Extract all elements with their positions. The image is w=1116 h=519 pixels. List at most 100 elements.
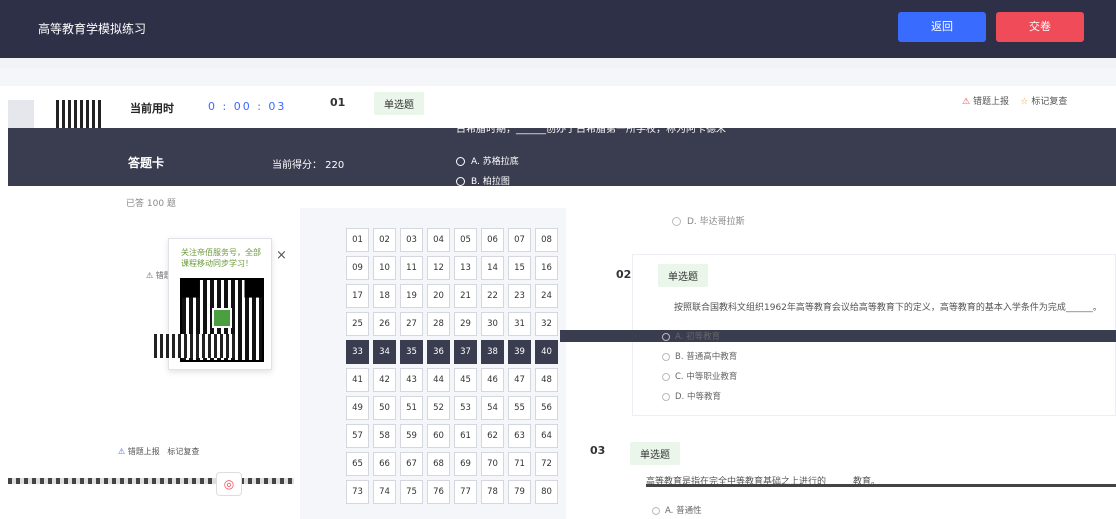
question-number-cell[interactable]: 08 [535, 228, 558, 252]
question-number-cell[interactable]: 76 [427, 480, 450, 504]
question-number-cell[interactable]: 52 [427, 396, 450, 420]
option-1d[interactable]: D. 毕达哥拉斯 [672, 214, 745, 227]
question-number-cell[interactable]: 48 [535, 368, 558, 392]
question-number-cell[interactable]: 72 [535, 452, 558, 476]
question-number-cell[interactable]: 25 [346, 312, 369, 336]
question-number-cell[interactable]: 09 [346, 256, 369, 280]
question-number-cell[interactable]: 33 [346, 340, 369, 364]
question-number-cell[interactable]: 22 [481, 284, 504, 308]
option-1b[interactable]: B. 柏拉图 [456, 174, 510, 187]
question-number-cell[interactable]: 45 [454, 368, 477, 392]
question-number-cell[interactable]: 14 [481, 256, 504, 280]
question-number-cell[interactable]: 69 [454, 452, 477, 476]
question-number-cell[interactable]: 26 [373, 312, 396, 336]
warning-icon: ⚠ [118, 447, 126, 456]
question-number-cell[interactable]: 28 [427, 312, 450, 336]
question-number-cell[interactable]: 11 [400, 256, 423, 280]
question-number-cell[interactable]: 07 [508, 228, 531, 252]
question-number-cell[interactable]: 19 [400, 284, 423, 308]
question-number-cell[interactable]: 24 [535, 284, 558, 308]
question-number-cell[interactable]: 60 [427, 424, 450, 448]
question-number-cell[interactable]: 44 [427, 368, 450, 392]
timer-label: 当前用时 [130, 102, 174, 115]
question-number-cell[interactable]: 75 [400, 480, 423, 504]
close-icon[interactable]: × [276, 248, 287, 263]
question-number-cell[interactable]: 59 [400, 424, 423, 448]
question-number-cell[interactable]: 17 [346, 284, 369, 308]
question-number-cell[interactable]: 49 [346, 396, 369, 420]
question-number-cell[interactable]: 73 [346, 480, 369, 504]
option-2a[interactable]: A. 初等教育 [662, 330, 720, 342]
question-number-cell[interactable]: 79 [508, 480, 531, 504]
option-1c[interactable]: C. 亚里士多德 [456, 194, 528, 207]
question-number-cell[interactable]: 53 [454, 396, 477, 420]
question-number-cell[interactable]: 54 [481, 396, 504, 420]
option-2b[interactable]: B. 普通高中教育 [662, 350, 737, 362]
question-number-cell[interactable]: 39 [508, 340, 531, 364]
question-number-cell[interactable]: 78 [481, 480, 504, 504]
question-number-cell[interactable]: 23 [508, 284, 531, 308]
question-number-cell[interactable]: 38 [481, 340, 504, 364]
question-number-cell[interactable]: 77 [454, 480, 477, 504]
question-number-cell[interactable]: 29 [454, 312, 477, 336]
report-link[interactable]: 错题上报 [128, 447, 160, 456]
question-number-cell[interactable]: 41 [346, 368, 369, 392]
question-number-cell[interactable]: 80 [535, 480, 558, 504]
option-2c[interactable]: C. 中等职业教育 [662, 370, 737, 382]
question-number-cell[interactable]: 03 [400, 228, 423, 252]
question-number-cell[interactable]: 58 [373, 424, 396, 448]
option-3a[interactable]: A. 普通性 [652, 504, 702, 516]
question-number-cell[interactable]: 46 [481, 368, 504, 392]
question-number-cell[interactable]: 18 [373, 284, 396, 308]
question-number-cell[interactable]: 32 [535, 312, 558, 336]
back-button[interactable]: 返回 [898, 12, 986, 42]
question-number-cell[interactable]: 55 [508, 396, 531, 420]
question-number-cell[interactable]: 63 [508, 424, 531, 448]
question-number-cell[interactable]: 12 [427, 256, 450, 280]
question-number-cell[interactable]: 74 [373, 480, 396, 504]
question-number-cell[interactable]: 43 [400, 368, 423, 392]
question-number-cell[interactable]: 10 [373, 256, 396, 280]
question-number-cell[interactable]: 57 [346, 424, 369, 448]
question-number-cell[interactable]: 31 [508, 312, 531, 336]
mark-review-link[interactable]: 标记复查 [167, 447, 199, 456]
question-number-cell[interactable]: 56 [535, 396, 558, 420]
question-number-cell[interactable]: 06 [481, 228, 504, 252]
question-number-cell[interactable]: 61 [454, 424, 477, 448]
report-link[interactable]: 错题上报 [973, 97, 1009, 107]
question-number-cell[interactable]: 30 [481, 312, 504, 336]
question-number-cell[interactable]: 01 [346, 228, 369, 252]
submit-button[interactable]: 交卷 [996, 12, 1084, 42]
option-2d[interactable]: D. 中等教育 [662, 390, 721, 402]
question-number-cell[interactable]: 16 [535, 256, 558, 280]
question-number-cell[interactable]: 21 [454, 284, 477, 308]
option-1a[interactable]: A. 苏格拉底 [456, 154, 519, 167]
question-number-cell[interactable]: 15 [508, 256, 531, 280]
question-number-cell[interactable]: 04 [427, 228, 450, 252]
question-number-cell[interactable]: 02 [373, 228, 396, 252]
question-number-cell[interactable]: 20 [427, 284, 450, 308]
question-number-cell[interactable]: 65 [346, 452, 369, 476]
mark-review-link[interactable]: 标记复查 [1031, 97, 1067, 107]
question-number-cell[interactable]: 36 [427, 340, 450, 364]
question-number-cell[interactable]: 64 [535, 424, 558, 448]
question-number-cell[interactable]: 51 [400, 396, 423, 420]
question-number-cell[interactable]: 05 [454, 228, 477, 252]
question-number-cell[interactable]: 67 [400, 452, 423, 476]
question-number-cell[interactable]: 37 [454, 340, 477, 364]
question-number-cell[interactable]: 62 [481, 424, 504, 448]
question-number-cell[interactable]: 50 [373, 396, 396, 420]
question-number-cell[interactable]: 66 [373, 452, 396, 476]
question-number-cell[interactable]: 71 [508, 452, 531, 476]
question-number-cell[interactable]: 27 [400, 312, 423, 336]
question-number-cell[interactable]: 68 [427, 452, 450, 476]
question-number-cell[interactable]: 70 [481, 452, 504, 476]
question-number-cell[interactable]: 13 [454, 256, 477, 280]
question-stem-2: 按照联合国教科文组织1962年高等教育会议给高等教育下的定义，高等教育的基本入学… [674, 303, 1102, 313]
question-number-cell[interactable]: 42 [373, 368, 396, 392]
question-number-cell[interactable]: 40 [535, 340, 558, 364]
app-icon[interactable]: ◎ [216, 472, 242, 496]
question-number-cell[interactable]: 35 [400, 340, 423, 364]
question-number-cell[interactable]: 34 [373, 340, 396, 364]
question-number-cell[interactable]: 47 [508, 368, 531, 392]
